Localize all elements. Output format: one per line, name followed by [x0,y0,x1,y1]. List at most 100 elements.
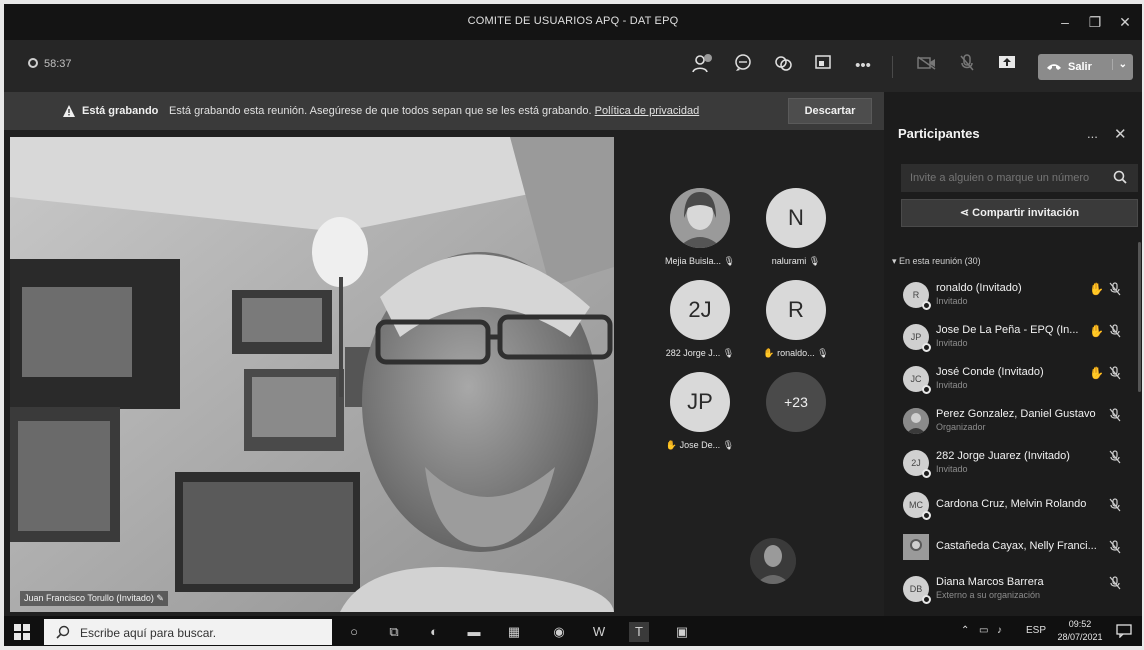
more-participants-tile[interactable]: +23 [756,372,836,452]
leave-button[interactable]: Salir ⌄ [1038,54,1133,80]
teams-icon[interactable]: T [629,622,649,642]
participant-avatar: 2J [903,450,931,478]
participant-row[interactable]: Castañeda Cayax, Nelly Franci... [884,530,1134,570]
participant-avatar: DB [903,576,931,604]
in-meeting-section[interactable]: ▾ En esta reunión (30) [892,256,981,267]
mic-off-icon[interactable] [1108,540,1122,554]
tile-name: ✋ ronaldo... 🎙 [763,348,829,358]
photos-icon[interactable]: ▣ [672,622,692,642]
participant-tile[interactable]: 2J 282 Jorge J... 🎙 [660,280,740,360]
notifications-icon[interactable] [1116,624,1132,638]
windows-taskbar: Escribe aquí para buscar. ○ ⧉ ◐ ▬ ▦ ◉ W … [4,616,1142,646]
raised-hand-icon: ✋ [1089,282,1104,296]
calculator-icon[interactable]: ▦ [504,622,524,642]
raised-hand-icon: ✋ [763,348,775,358]
meeting-timer: 58:37 [28,58,72,70]
toolbar-divider [892,56,893,78]
taskbar-clock[interactable]: 09:52 28/07/2021 [1056,618,1104,644]
word-icon[interactable]: W [589,622,609,642]
edge-icon[interactable]: ◐ [424,622,444,642]
mic-off-icon[interactable] [1108,498,1122,512]
participant-row[interactable]: Perez Gonzalez, Daniel Gustavo Organizad… [884,404,1134,444]
participant-tile[interactable]: N nalurami 🎙 [756,188,836,268]
participant-name: ronaldo (Invitado) [936,282,1022,294]
chevron-down-icon[interactable]: ⌄ [1111,59,1127,70]
mic-off-icon[interactable] [1108,324,1122,338]
participant-avatar: R [903,282,931,310]
panel-more-button[interactable]: ... [1087,126,1098,141]
camera-off-button[interactable] [914,54,940,78]
window-title: COMITE DE USUARIOS APQ - DAT EPQ [467,15,679,27]
minimize-button[interactable]: – [1050,10,1080,34]
participant-avatar [903,534,929,560]
participant-row[interactable]: 2J 282 Jorge Juarez (Invitado) Invitado [884,446,1134,486]
participant-avatar: N [766,188,826,248]
participant-name: Diana Marcos Barrera [936,576,1044,588]
camera-off-icon [917,56,936,70]
share-screen-button[interactable] [994,54,1020,78]
chevron-down-icon: ▾ [892,256,897,266]
participant-avatar [670,188,730,248]
chrome-icon[interactable]: ◉ [549,622,569,642]
search-icon [1113,170,1127,184]
participant-row[interactable]: MC Cardona Cruz, Melvin Rolando [884,488,1134,528]
tray-expand-icon[interactable]: ⌃ [961,625,969,636]
more-actions-button[interactable]: ••• [850,54,876,78]
speaker-name-label: Juan Francisco Torullo (Invitado) ✎ [20,591,168,606]
cortana-icon[interactable]: ○ [344,622,364,642]
leave-label: Salir [1068,61,1092,73]
more-count: +23 [766,372,826,432]
self-video-thumbnail[interactable] [750,538,796,584]
file-explorer-icon[interactable]: ▬ [464,622,484,642]
panel-scrollbar[interactable] [1138,242,1141,392]
network-icon[interactable]: ▭ [979,625,988,636]
participant-row[interactable]: JC José Conde (Invitado) Invitado ✋ [884,362,1134,402]
privacy-policy-link[interactable]: Política de privacidad [595,105,700,117]
participant-avatar: JP [903,324,931,352]
mic-off-icon[interactable] [1108,366,1122,380]
close-window-button[interactable]: ✕ [1110,10,1140,34]
volume-icon[interactable]: ♪ [997,625,1002,636]
close-icon[interactable]: ✕ [1114,125,1127,143]
task-view-icon[interactable]: ⧉ [384,622,404,642]
participant-avatar: MC [903,492,931,520]
reactions-button[interactable] [770,54,796,78]
language-indicator[interactable]: ESP [1026,625,1046,636]
main-video-feed[interactable]: Juan Francisco Torullo (Invitado) ✎ [10,137,614,612]
video-stage: Juan Francisco Torullo (Invitado) ✎ Meji… [4,130,884,616]
taskbar-search-box[interactable]: Escribe aquí para buscar. [44,619,332,645]
tile-name: Mejia Buisla... 🎙 [665,256,735,266]
participant-row[interactable]: R ronaldo (Invitado) Invitado ✋ [884,278,1134,318]
clock-time: 09:52 [1068,619,1092,629]
rooms-button[interactable] [810,54,836,78]
hang-up-icon [1047,64,1061,70]
reactions-icon [775,56,792,71]
participant-tile[interactable]: R ✋ ronaldo... 🎙 [756,280,836,360]
show-participants-button[interactable] [690,54,716,78]
mic-muted-icon: ✎ [156,593,164,603]
participant-name: Jose De La Peña - EPQ (In... [936,324,1079,336]
share-invite-button[interactable]: ⋖ Compartir invitación [901,199,1138,227]
windows-start-icon[interactable] [14,624,30,640]
share-icon: ⋖ [959,207,970,219]
invite-search-input[interactable] [901,164,1138,192]
maximize-button[interactable]: ❐ [1080,10,1110,34]
timer-text: 58:37 [44,58,72,70]
tile-name: nalurami 🎙 [771,256,821,266]
mic-off-icon[interactable] [1108,282,1122,296]
participant-tile[interactable]: JP ✋ Jose De... 🎙 [660,372,740,452]
raised-hand-icon: ✋ [1089,366,1104,380]
participant-tile[interactable]: Mejia Buisla... 🎙 [660,188,740,268]
participant-row[interactable]: JP Jose De La Peña - EPQ (In... Invitado… [884,320,1134,360]
layout-icon [815,55,831,69]
mic-off-button[interactable] [954,54,980,78]
participant-role: Invitado [936,296,968,306]
participant-row[interactable]: DB Diana Marcos Barrera Externo a su org… [884,572,1134,612]
chat-button[interactable] [730,54,756,78]
mic-off-icon[interactable] [1108,408,1122,422]
mic-off-icon[interactable] [1108,576,1122,590]
speaker-video-image [10,137,614,612]
mic-off-icon[interactable] [1108,450,1122,464]
dismiss-button[interactable]: Descartar [788,98,872,124]
participants-icon [692,54,712,73]
